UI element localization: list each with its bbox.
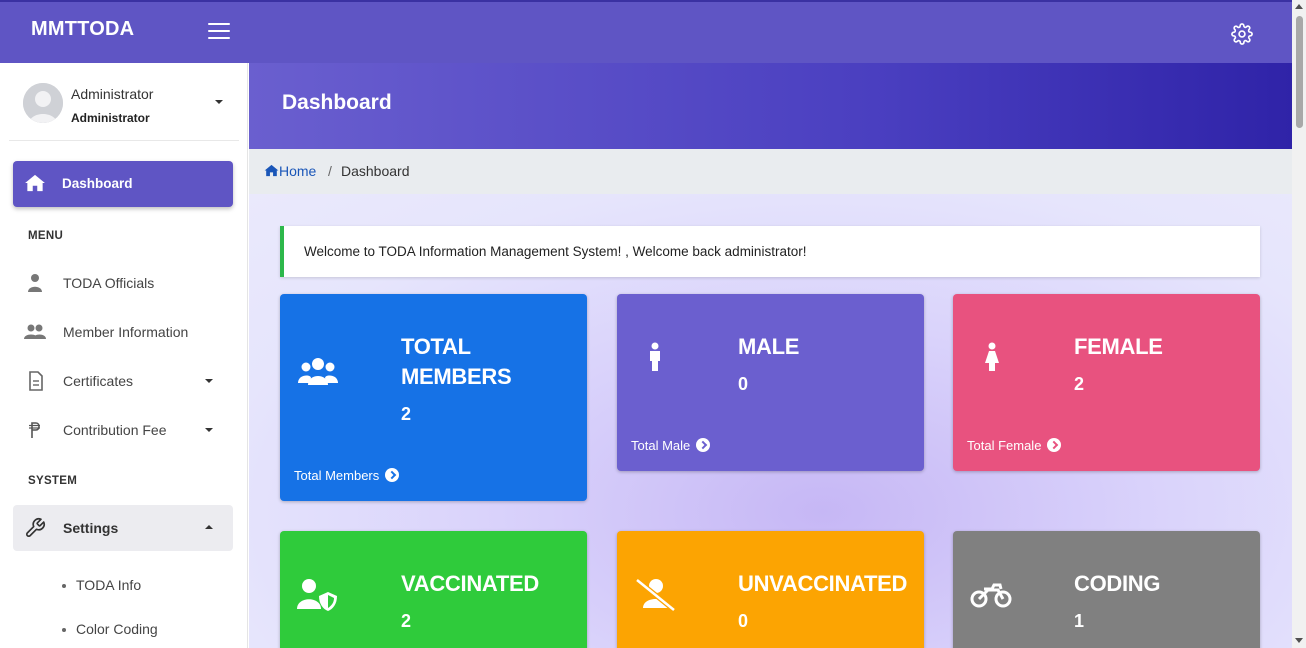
scrollbar-thumb[interactable]: [1296, 16, 1303, 128]
user-role: Administrator: [71, 111, 150, 125]
card-value: 2: [1074, 374, 1085, 394]
page-title: Dashboard: [282, 91, 392, 114]
sidebar-item-settings[interactable]: Settings: [13, 505, 233, 551]
card-value: 0: [738, 374, 749, 394]
card-title: TOTAL MEMBERS: [401, 334, 512, 389]
user-panel[interactable]: Administrator Administrator: [9, 63, 239, 141]
main-content: Welcome to TODA Information Management S…: [249, 194, 1292, 648]
sidebar-item-label: Dashboard: [62, 176, 133, 191]
sidebar-item-label: TODA Officials: [63, 275, 155, 291]
scroll-up-icon[interactable]: [1295, 4, 1303, 9]
total-members-link[interactable]: Total Members: [294, 468, 399, 483]
sidebar-item-contribution-fee[interactable]: Contribution Fee: [13, 410, 233, 450]
sidebar-item-dashboard[interactable]: Dashboard: [13, 161, 233, 207]
male-icon: [648, 342, 662, 377]
arrow-circle-right-icon: [695, 438, 710, 452]
breadcrumb-current: Dashboard: [341, 163, 410, 179]
card-title: MALE: [738, 334, 800, 359]
arrow-circle-right-icon: [1047, 438, 1062, 452]
home-icon: [264, 164, 279, 177]
sidebar-item-label: Member Information: [63, 324, 189, 340]
sidebar-item-toda-officials[interactable]: TODA Officials: [13, 263, 233, 303]
chevron-down-icon[interactable]: [215, 100, 223, 104]
card-value: 1: [1074, 611, 1085, 631]
card-vaccinated: VACCINATED 2: [280, 531, 587, 648]
sidebar-item-label: Settings: [63, 520, 119, 536]
card-unvaccinated: UNVACCINATED 0: [617, 531, 924, 648]
welcome-message: Welcome to TODA Information Management S…: [304, 244, 807, 259]
card-coding: CODING 1: [953, 531, 1260, 648]
chevron-up-icon: [205, 525, 213, 529]
bullet-icon: [62, 584, 66, 589]
scroll-down-icon[interactable]: [1295, 638, 1303, 643]
card-title: VACCINATED: [401, 571, 539, 596]
arrow-circle-right-icon: [384, 468, 399, 482]
card-male: MALE 0 Total Male: [617, 294, 924, 471]
total-female-link[interactable]: Total Female: [967, 438, 1062, 453]
wrench-icon: [24, 517, 46, 544]
chevron-down-icon: [205, 379, 213, 383]
card-value: 2: [401, 404, 412, 424]
brand-logo[interactable]: MMTTODA: [31, 18, 134, 41]
card-female: FEMALE 2 Total Female: [953, 294, 1260, 471]
users-icon: [297, 356, 339, 391]
user-shield-icon: [297, 578, 339, 617]
members-icon: [23, 322, 47, 342]
chevron-down-icon: [205, 428, 213, 432]
bullet-icon: [62, 628, 66, 633]
card-value: 0: [738, 611, 749, 631]
page-scrollbar[interactable]: [1292, 0, 1306, 648]
system-header: SYSTEM: [28, 475, 78, 487]
sidebar-item-certificates[interactable]: Certificates: [13, 361, 233, 401]
sidebar-item-label: Certificates: [63, 373, 134, 389]
breadcrumb-home-link[interactable]: Home: [264, 163, 316, 179]
sidebar: Administrator Administrator Dashboard ME…: [0, 63, 248, 648]
avatar: [23, 83, 63, 123]
card-value: 2: [401, 611, 412, 631]
home-icon: [24, 174, 46, 197]
total-male-link[interactable]: Total Male: [631, 438, 710, 453]
gear-icon[interactable]: [1231, 23, 1253, 45]
user-name: Administrator: [71, 86, 154, 102]
card-title: CODING: [1074, 571, 1161, 596]
breadcrumb-separator: /: [328, 163, 332, 179]
card-title: UNVACCINATED: [738, 571, 908, 596]
page-header: Dashboard: [249, 63, 1292, 149]
sidebar-subitem-color-coding[interactable]: Color Coding: [62, 621, 158, 637]
card-total-members: TOTAL MEMBERS 2 Total Members: [280, 294, 587, 501]
hamburger-menu-icon[interactable]: [208, 23, 230, 41]
menu-header: MENU: [28, 230, 64, 242]
breadcrumb: Home / Dashboard: [249, 149, 1292, 194]
sidebar-item-label: Contribution Fee: [63, 422, 167, 438]
female-icon: [984, 342, 1000, 377]
certificate-icon: [23, 371, 47, 391]
officials-icon: [23, 273, 47, 293]
peso-icon: [23, 420, 47, 440]
sidebar-subitem-toda-info[interactable]: TODA Info: [62, 577, 141, 593]
welcome-alert: Welcome to TODA Information Management S…: [280, 226, 1260, 277]
top-navbar: MMTTODA: [0, 0, 1292, 63]
sidebar-item-member-information[interactable]: Member Information: [13, 312, 233, 352]
card-title: FEMALE: [1074, 334, 1163, 359]
user-slash-icon: [634, 576, 676, 617]
motorcycle-icon: [970, 581, 1012, 614]
